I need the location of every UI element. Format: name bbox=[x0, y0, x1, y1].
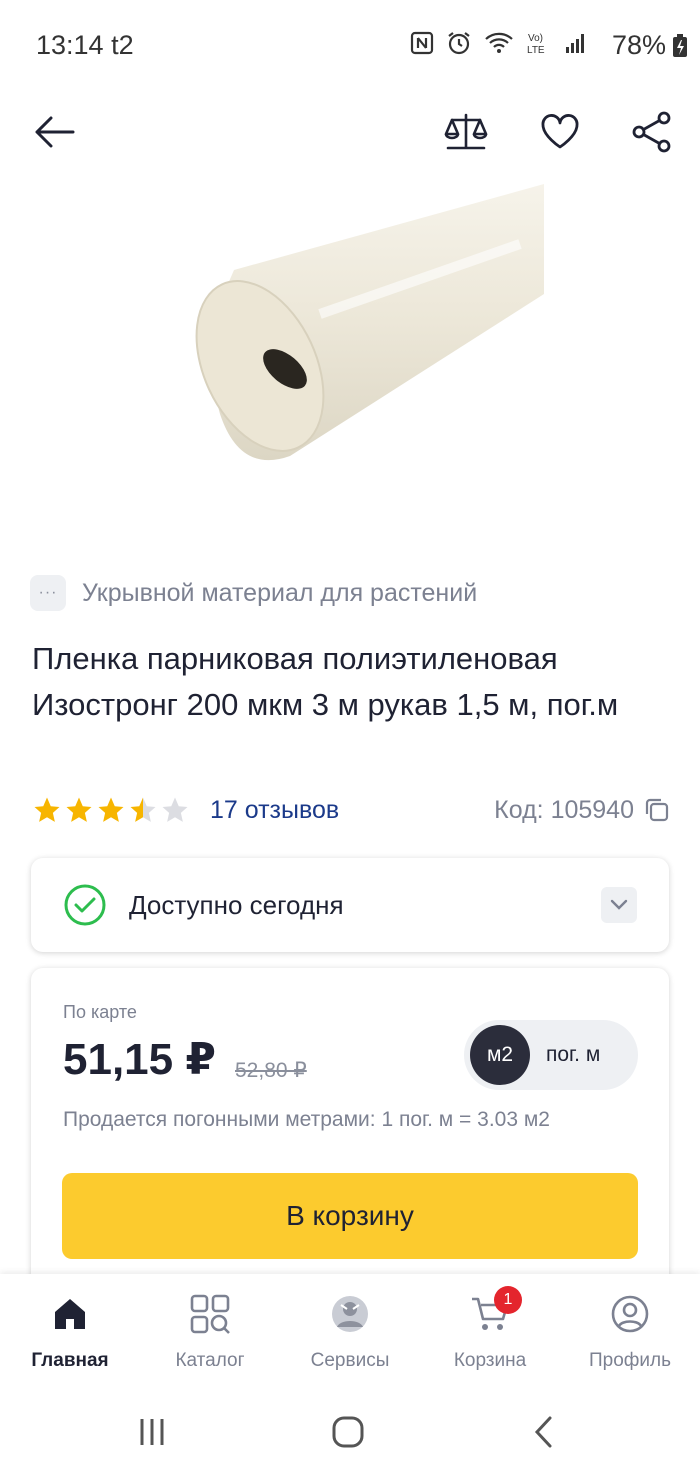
cart-icon: 1 bbox=[468, 1286, 522, 1336]
recent-apps-icon bbox=[140, 1419, 164, 1445]
product-code-label: Код: 105940 bbox=[494, 795, 634, 824]
nfc-icon bbox=[410, 31, 434, 55]
home-system-button[interactable] bbox=[328, 1412, 368, 1452]
compare-button[interactable] bbox=[442, 108, 490, 156]
star-empty-icon bbox=[162, 797, 188, 822]
wifi-icon bbox=[485, 32, 513, 53]
unit-option-running-meter[interactable]: пог. м bbox=[546, 1043, 600, 1067]
services-icon bbox=[328, 1292, 372, 1336]
star-half-icon bbox=[130, 797, 156, 822]
star-icon bbox=[66, 797, 92, 822]
nav-label: Каталог bbox=[175, 1350, 245, 1371]
home-icon bbox=[48, 1292, 92, 1336]
status-time: 13:14 t2 bbox=[36, 30, 134, 60]
battery-icon bbox=[673, 34, 687, 57]
nav-label: Профиль bbox=[588, 1350, 672, 1371]
reviews-link[interactable]: 17 отзывов bbox=[210, 796, 339, 825]
heart-icon bbox=[541, 114, 579, 149]
product-image bbox=[180, 184, 544, 474]
nav-item-profile[interactable]: Профиль bbox=[560, 1292, 700, 1382]
product-code[interactable]: Код: 105940 bbox=[494, 796, 670, 825]
unit-toggle[interactable]: м2 пог. м bbox=[464, 1020, 638, 1090]
add-to-cart-button[interactable]: В корзину bbox=[62, 1173, 638, 1259]
current-price: 51,15 ₽ bbox=[63, 1035, 216, 1084]
rating-row: 17 отзывов Код: 105940 bbox=[32, 790, 670, 830]
availability-text: Доступно сегодня bbox=[129, 889, 344, 920]
cart-count-badge: 1 bbox=[494, 1286, 522, 1314]
old-price: 52,80 ₽ bbox=[235, 1059, 307, 1082]
availability-expand-button[interactable] bbox=[601, 887, 637, 923]
share-icon bbox=[632, 111, 671, 153]
favorite-button[interactable] bbox=[536, 108, 584, 156]
category-breadcrumb[interactable]: ··· Укрывной материал для растений bbox=[30, 573, 670, 613]
more-dots-icon[interactable]: ··· bbox=[30, 575, 66, 611]
battery-percent: 78% bbox=[611, 30, 666, 60]
sold-unit-note: Продается погонными метрами: 1 пог. м = … bbox=[63, 1108, 550, 1131]
rating-stars[interactable] bbox=[32, 795, 190, 825]
back-arrow-icon bbox=[35, 116, 75, 148]
signal-icon bbox=[566, 34, 584, 53]
nav-label: Главная bbox=[31, 1350, 109, 1371]
system-nav-bar bbox=[0, 1384, 700, 1478]
star-icon bbox=[98, 797, 124, 822]
back-button[interactable] bbox=[30, 108, 78, 156]
svg-text:Vo): Vo) bbox=[528, 33, 543, 44]
bottom-nav: Главная Каталог Сервисы 1 Корзина Профил… bbox=[0, 1274, 700, 1384]
alarm-icon bbox=[448, 32, 470, 55]
chevron-down-icon bbox=[610, 899, 628, 910]
check-circle-icon bbox=[64, 884, 106, 926]
scales-icon bbox=[444, 113, 488, 150]
nav-label: Корзина bbox=[453, 1350, 527, 1371]
nav-item-cart[interactable]: 1 Корзина bbox=[420, 1286, 560, 1382]
availability-card[interactable]: Доступно сегодня bbox=[31, 858, 669, 952]
product-title: Пленка парниковая полиэтиленовая Изостро… bbox=[32, 641, 619, 722]
svg-text:LTE: LTE bbox=[527, 45, 545, 56]
nav-label: Сервисы bbox=[310, 1350, 390, 1371]
catalog-icon bbox=[188, 1292, 232, 1336]
share-button[interactable] bbox=[628, 108, 676, 156]
category-label[interactable]: Укрывной материал для растений bbox=[82, 579, 477, 608]
price-card: По карте 51,15 ₽ 52,80 ₽ м2 пог. м Прода… bbox=[31, 968, 669, 1288]
back-chevron-icon bbox=[534, 1416, 552, 1448]
nav-item-services[interactable]: Сервисы bbox=[280, 1292, 420, 1382]
nav-item-catalog[interactable]: Каталог bbox=[140, 1292, 280, 1382]
price-caption: По карте bbox=[63, 1002, 137, 1022]
status-icons: Vo) LTE bbox=[410, 30, 588, 56]
nav-item-home[interactable]: Главная bbox=[0, 1292, 140, 1382]
home-circle-icon bbox=[332, 1416, 364, 1448]
top-bar bbox=[0, 100, 700, 164]
profile-icon bbox=[608, 1292, 652, 1336]
star-icon bbox=[34, 797, 60, 822]
unit-option-m2[interactable]: м2 bbox=[470, 1025, 530, 1085]
system-back-button[interactable] bbox=[524, 1412, 564, 1452]
recent-apps-button[interactable] bbox=[132, 1412, 172, 1452]
status-bar: 13:14 t2 Vo) LTE 78% bbox=[0, 0, 700, 92]
volte-icon: Vo)LTE bbox=[527, 33, 545, 56]
copy-icon[interactable] bbox=[644, 797, 670, 823]
